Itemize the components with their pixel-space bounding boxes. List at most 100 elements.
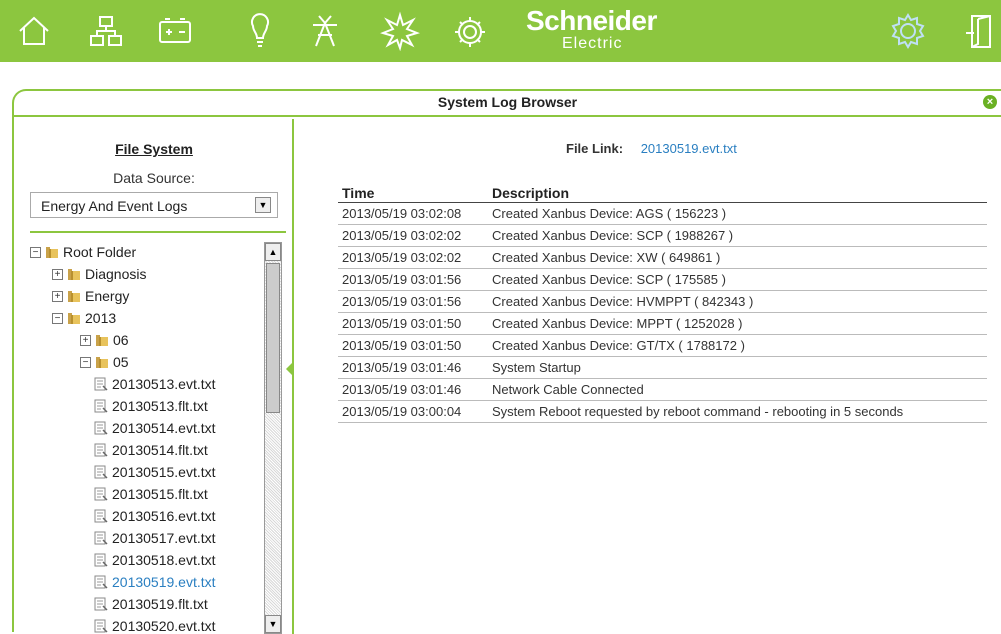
log-time: 2013/05/19 03:02:08 bbox=[338, 202, 488, 225]
tree-file[interactable]: 20130519.evt.txt bbox=[94, 572, 216, 592]
folder-icon bbox=[67, 289, 85, 303]
tree-file[interactable]: 20130515.flt.txt bbox=[94, 484, 208, 504]
log-row: 2013/05/19 03:01:56 Created Xanbus Device… bbox=[338, 290, 987, 313]
log-time: 2013/05/19 03:01:56 bbox=[338, 290, 488, 313]
panel-header: System Log Browser × bbox=[14, 91, 1001, 117]
log-time: 2013/05/19 03:01:50 bbox=[338, 312, 488, 335]
tree-file[interactable]: 20130513.evt.txt bbox=[94, 374, 216, 394]
expand-icon[interactable]: + bbox=[80, 334, 91, 346]
tree-item-label: 20130519.flt.txt bbox=[112, 596, 208, 612]
folder-icon bbox=[95, 355, 113, 369]
tree-folder[interactable]: − 2013 bbox=[52, 308, 116, 328]
tree-file[interactable]: 20130513.flt.txt bbox=[94, 396, 208, 416]
chevron-down-icon[interactable]: ▼ bbox=[255, 197, 271, 213]
network-icon[interactable] bbox=[84, 9, 128, 53]
file-icon bbox=[94, 509, 112, 524]
tree-item-label: 20130517.evt.txt bbox=[112, 530, 216, 546]
file-icon bbox=[94, 487, 112, 502]
file-icon bbox=[94, 597, 112, 612]
scroll-thumb[interactable] bbox=[266, 263, 280, 413]
scroll-down-icon[interactable]: ▼ bbox=[265, 615, 281, 633]
log-description: Created Xanbus Device: SCP ( 175585 ) bbox=[488, 268, 987, 291]
log-time: 2013/05/19 03:01:46 bbox=[338, 356, 488, 379]
data-source-value: Energy And Event Logs bbox=[41, 198, 188, 214]
log-description: Created Xanbus Device: HVMPPT ( 842343 ) bbox=[488, 290, 987, 313]
tree-file[interactable]: 20130516.evt.txt bbox=[94, 506, 216, 526]
file-icon bbox=[94, 553, 112, 568]
tree-item-label: 20130516.evt.txt bbox=[112, 508, 216, 524]
close-button[interactable]: × bbox=[983, 95, 997, 109]
expand-icon[interactable]: + bbox=[52, 290, 63, 302]
file-icon bbox=[94, 399, 112, 414]
tree-file[interactable]: 20130520.evt.txt bbox=[94, 616, 216, 634]
log-row: 2013/05/19 03:01:50 Created Xanbus Device… bbox=[338, 334, 987, 357]
file-icon bbox=[94, 619, 112, 634]
log-row: 2013/05/19 03:00:04 System Reboot request… bbox=[338, 400, 987, 423]
data-source-label: Data Source: bbox=[113, 170, 195, 186]
tree-item-label: 2013 bbox=[85, 310, 117, 326]
tree-item-label: 20130514.flt.txt bbox=[112, 442, 208, 458]
log-row: 2013/05/19 03:01:46 System Startup bbox=[338, 356, 987, 379]
collapse-icon[interactable]: − bbox=[80, 356, 91, 368]
log-view-pane: File Link: 20130519.evt.txt Time Descrip… bbox=[296, 119, 1001, 634]
tree-file[interactable]: 20130514.flt.txt bbox=[94, 440, 208, 460]
log-row: 2013/05/19 03:01:46 Network Cable Connect… bbox=[338, 378, 987, 401]
tree-file[interactable]: 20130517.evt.txt bbox=[94, 528, 216, 548]
tree-item-label: 20130513.flt.txt bbox=[112, 398, 208, 414]
tree-folder[interactable]: − 05 bbox=[80, 352, 129, 372]
expand-icon[interactable]: + bbox=[52, 268, 63, 280]
log-description: Created Xanbus Device: XW ( 649861 ) bbox=[488, 246, 987, 269]
tree-item-label: 20130515.evt.txt bbox=[112, 464, 216, 480]
folder-icon bbox=[67, 311, 85, 325]
file-tree: − Root Folder + Diagnosis + Energy −2013 +06−05… bbox=[14, 242, 262, 634]
file-system-pane: File System Data Source: Energy And Even… bbox=[14, 119, 294, 634]
log-time: 2013/05/19 03:02:02 bbox=[338, 224, 488, 247]
tree-file[interactable]: 20130519.flt.txt bbox=[94, 594, 208, 614]
tree-folder[interactable]: +06 bbox=[80, 330, 129, 350]
tree-folder[interactable]: − Root Folder bbox=[30, 242, 136, 262]
collapse-icon[interactable]: − bbox=[30, 246, 41, 258]
log-row: 2013/05/19 03:01:56 Created Xanbus Device… bbox=[338, 268, 987, 291]
file-link: File Link: 20130519.evt.txt bbox=[566, 141, 737, 156]
tree-folder[interactable]: + Diagnosis bbox=[52, 264, 146, 284]
tree-scrollbar[interactable]: ▲ ▼ bbox=[264, 242, 282, 634]
tree-item-label: 20130514.evt.txt bbox=[112, 420, 216, 436]
log-description: Created Xanbus Device: GT/TX ( 1788172 ) bbox=[488, 334, 987, 357]
log-time: 2013/05/19 03:01:50 bbox=[338, 334, 488, 357]
tree-item-label: 20130513.evt.txt bbox=[112, 376, 216, 392]
folder-icon bbox=[67, 267, 85, 281]
tree-file[interactable]: 20130518.evt.txt bbox=[94, 550, 216, 570]
log-table: Time Description 2013/05/19 03:02:08 Crea… bbox=[338, 182, 987, 423]
column-header-time: Time bbox=[338, 182, 488, 203]
tree-item-label: 20130518.evt.txt bbox=[112, 552, 216, 568]
folder-icon bbox=[95, 333, 113, 347]
logo-line2: Electric bbox=[562, 35, 623, 52]
settings-icon[interactable] bbox=[886, 9, 930, 53]
sun-burst-icon[interactable] bbox=[378, 9, 422, 53]
tree-file[interactable]: 20130515.evt.txt bbox=[94, 462, 216, 482]
file-icon bbox=[94, 421, 112, 436]
tree-item-label: 20130519.evt.txt bbox=[112, 574, 216, 590]
gear-panel-icon[interactable] bbox=[448, 9, 492, 53]
tree-file[interactable]: 20130514.evt.txt bbox=[94, 418, 216, 438]
tower-icon[interactable] bbox=[303, 9, 347, 53]
tree-item-label: Diagnosis bbox=[85, 266, 147, 282]
battery-icon[interactable] bbox=[153, 9, 197, 53]
log-row: 2013/05/19 03:02:08 Created Xanbus Device… bbox=[338, 202, 987, 225]
file-link-value[interactable]: 20130519.evt.txt bbox=[641, 141, 737, 156]
log-description: System Startup bbox=[488, 356, 987, 379]
data-source-select[interactable]: Energy And Event Logs ▼ bbox=[30, 192, 278, 218]
top-toolbar: Schneider Electric bbox=[0, 0, 1001, 62]
collapse-pane-icon[interactable] bbox=[286, 361, 294, 377]
collapse-icon[interactable]: − bbox=[52, 312, 63, 324]
exit-icon[interactable] bbox=[958, 9, 1001, 53]
home-icon[interactable] bbox=[12, 9, 56, 53]
tree-folder[interactable]: + Energy bbox=[52, 286, 129, 306]
log-time: 2013/05/19 03:01:46 bbox=[338, 378, 488, 401]
lightbulb-icon[interactable] bbox=[238, 9, 282, 53]
scroll-up-icon[interactable]: ▲ bbox=[265, 243, 281, 261]
log-row: 2013/05/19 03:02:02 Created Xanbus Device… bbox=[338, 246, 987, 269]
system-log-panel: System Log Browser × File System Data So… bbox=[12, 89, 1001, 634]
tree-item-label: Root Folder bbox=[63, 244, 137, 260]
file-icon bbox=[94, 465, 112, 480]
